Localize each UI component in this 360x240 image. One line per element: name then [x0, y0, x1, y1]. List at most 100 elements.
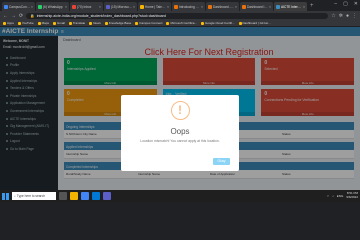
bookmark-item[interactable]: Translate: [68, 21, 85, 25]
bookmark-item[interactable]: Dashboard | Git Ho...: [238, 21, 271, 25]
taskbar: ⌕ Type here to search ⌔ ♪ ENG 8:51 PM 9/…: [0, 190, 360, 202]
bookmark-item[interactable]: Google Cloud Certifi...: [200, 21, 235, 25]
file-explorer-icon[interactable]: [70, 192, 78, 200]
modal-overlay: ! Oops Location mismatch! You cannot app…: [0, 27, 360, 190]
bookmark-item[interactable]: Campus Connect: [135, 21, 162, 25]
tab-favicon-icon: [4, 4, 8, 9]
windows-start-icon[interactable]: [2, 192, 9, 200]
bookmark-icon: [52, 21, 56, 25]
dialog-message: Location mismatch! You cannot apply at t…: [140, 139, 220, 143]
browser-tab[interactable]: (15) Microsoft T...×: [104, 2, 137, 11]
bookmark-item[interactable]: Gmail: [52, 21, 65, 25]
tab-favicon-icon: [72, 4, 76, 9]
profile-icon[interactable]: ●: [346, 13, 349, 19]
tab-label: (70) Inbox: [77, 4, 92, 9]
tab-close-icon[interactable]: ×: [31, 5, 33, 9]
forward-icon[interactable]: →: [11, 13, 16, 19]
bookmark-icon: [135, 21, 139, 25]
bookmark-item[interactable]: YouTube: [17, 21, 34, 25]
star-icon[interactable]: ☆: [331, 13, 335, 19]
tab-label: CampusConne...: [9, 4, 30, 9]
browser-tab[interactable]: Dashboard Inter...×: [240, 2, 273, 11]
minimize-icon[interactable]: –: [334, 1, 337, 7]
system-tray: ⌔ ♪ ENG 8:51 PM 9/6/2022: [326, 192, 358, 199]
bookmark-item[interactable]: Apps: [3, 21, 14, 25]
bookmark-icon: [166, 21, 170, 25]
taskbar-search[interactable]: ⌕ Type here to search: [12, 192, 56, 200]
bookmark-label: Maps: [41, 21, 49, 25]
maximize-icon[interactable]: ▢: [343, 1, 348, 7]
bookmark-label: Gmail: [56, 21, 65, 25]
tab-label: AICTE Internsh...: [281, 4, 302, 9]
browser-tab[interactable]: AICTE Internsh...×: [274, 2, 307, 11]
warning-icon: !: [170, 101, 190, 120]
browser-tab[interactable]: Dashboard - ... ×: [206, 2, 239, 11]
tab-close-icon[interactable]: ×: [133, 5, 135, 9]
bookmark-label: YouTube: [21, 21, 34, 25]
network-icon[interactable]: ⌔: [326, 194, 329, 199]
close-icon[interactable]: ✕: [354, 1, 358, 7]
reload-icon[interactable]: ⟳: [19, 13, 23, 19]
tab-favicon-icon: [242, 4, 246, 9]
bookmark-label: Dashboard | Git Ho...: [242, 21, 271, 25]
teams-icon[interactable]: [103, 192, 111, 200]
language-indicator[interactable]: ENG: [337, 194, 344, 198]
volume-icon[interactable]: ♪: [332, 194, 334, 198]
bookmark-item[interactable]: Maps: [37, 21, 49, 25]
bookmark-label: Campus Connect: [139, 21, 163, 25]
browser-tab-bar: CampusConne...×(6) WhatsApp×(70) Inbox×(…: [0, 0, 360, 11]
browser-tab[interactable]: Introducing Ret...×: [172, 2, 205, 11]
url-field[interactable]: 🔒 internship.aicte-india.org/module_stud…: [26, 12, 329, 19]
task-view-icon[interactable]: [59, 192, 67, 200]
tab-label: Dashboard - ...: [213, 4, 234, 9]
tab-close-icon[interactable]: ×: [269, 5, 271, 9]
clock[interactable]: 8:51 PM 9/6/2022: [346, 192, 358, 199]
bookmark-label: Microsoft Certifica...: [170, 21, 197, 25]
url-text: internship.aicte-india.org/module_studen…: [36, 13, 166, 18]
chrome-icon[interactable]: [81, 192, 89, 200]
bookmark-label: Knowledge Base: [108, 21, 132, 25]
new-tab-button[interactable]: +: [308, 2, 316, 11]
alert-dialog: ! Oops Location mismatch! You cannot app…: [121, 95, 239, 171]
bookmark-label: Google Cloud Certifi...: [204, 21, 235, 25]
browser-tab[interactable]: (6) WhatsApp ×: [36, 2, 69, 11]
tab-close-icon[interactable]: ×: [65, 5, 67, 9]
tab-label: Home | Talent ...: [145, 4, 166, 9]
tab-label: Introducing Ret...: [179, 4, 200, 9]
tab-favicon-icon: [276, 4, 280, 9]
tab-favicon-icon: [38, 4, 42, 9]
tab-favicon-icon: [106, 4, 110, 9]
bookmark-icon: [238, 21, 242, 25]
bookmark-item[interactable]: Microsoft Certifica...: [166, 21, 197, 25]
window-controls[interactable]: – ▢ ✕: [334, 1, 358, 7]
dialog-title: Oops: [170, 127, 190, 136]
bookmark-icon: [17, 21, 21, 25]
bookmark-icon: [200, 21, 204, 25]
tab-label: Dashboard Inter...: [247, 4, 268, 9]
browser-tab[interactable]: (70) Inbox ×: [70, 2, 103, 11]
taskbar-search-text: Type here to search: [16, 194, 45, 198]
extensions-icon[interactable]: ✲: [339, 13, 343, 19]
address-bar-row: ← → ⟳ 🔒 internship.aicte-india.org/modul…: [0, 11, 360, 20]
browser-tab[interactable]: Home | Talent ... ×: [138, 2, 171, 11]
bookmark-item[interactable]: Knowledge Base: [104, 21, 132, 25]
okay-button[interactable]: Okay: [213, 158, 230, 165]
bookmark-label: News: [93, 21, 101, 25]
tab-close-icon[interactable]: ×: [167, 5, 169, 9]
bookmarks-bar: Apps YouTube Maps Gmail Translate News Knowled…: [0, 20, 360, 27]
clock-date: 9/6/2022: [346, 195, 358, 199]
bookmark-item[interactable]: News: [89, 21, 101, 25]
tab-close-icon[interactable]: ×: [99, 5, 101, 9]
mail-icon[interactable]: [92, 192, 100, 200]
bookmark-icon: [104, 21, 108, 25]
menu-icon[interactable]: ⋮: [352, 13, 357, 19]
tab-favicon-icon: [208, 4, 212, 9]
tab-close-icon[interactable]: ×: [235, 5, 237, 9]
tab-close-icon[interactable]: ×: [303, 5, 305, 9]
tab-favicon-icon: [140, 4, 144, 9]
bookmark-icon: [37, 21, 41, 25]
browser-tab[interactable]: CampusConne...×: [2, 2, 35, 11]
back-icon[interactable]: ←: [3, 13, 8, 19]
search-icon: ⌕: [14, 194, 16, 198]
tab-close-icon[interactable]: ×: [201, 5, 203, 9]
